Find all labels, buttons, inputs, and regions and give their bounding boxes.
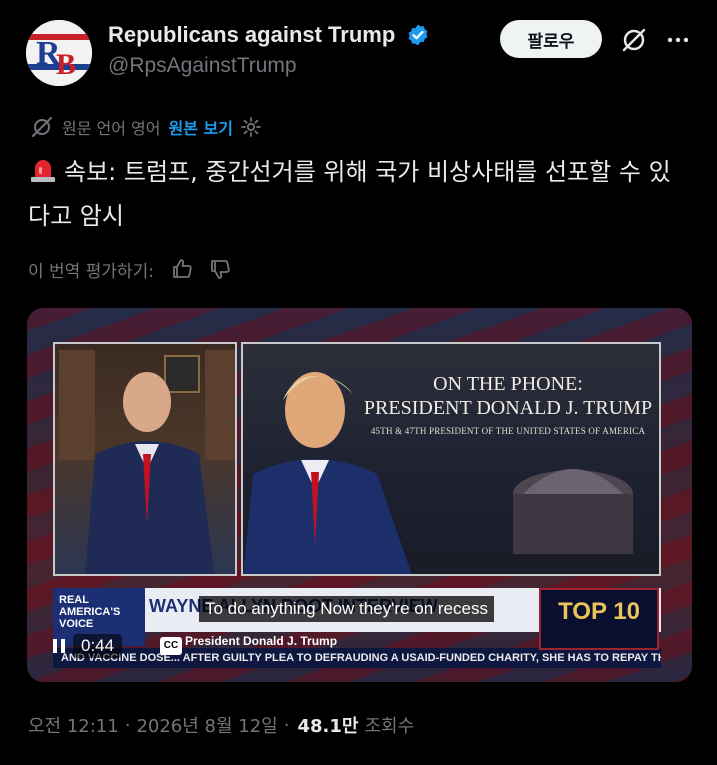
separator: · bbox=[283, 714, 290, 736]
display-name[interactable]: Republicans against Trump bbox=[108, 22, 395, 48]
phone-title: ON THE PHONE: PRESIDENT DONALD J. TRUMP bbox=[363, 372, 653, 420]
view-count-label: 조회수 bbox=[364, 716, 415, 737]
tweet-meta: 오전 12:11 · 2026년 8월 12일 · 48.1만 조회수 bbox=[28, 712, 414, 738]
news-ticker: AND VACCINE DOSE... AFTER GUILTY PLEA TO… bbox=[53, 648, 661, 668]
avatar-logo-icon: R B bbox=[26, 20, 92, 86]
thumbs-down-icon[interactable] bbox=[208, 257, 232, 281]
name-block: Republicans against Trump @RpsAgainstTru… bbox=[108, 22, 430, 78]
tweet-header: R B Republicans against Trump @RpsAgains… bbox=[26, 18, 696, 88]
separator: · bbox=[124, 714, 131, 736]
caption-text: To do anything Now they're on recess bbox=[199, 596, 494, 622]
siren-icon bbox=[31, 160, 55, 182]
network-logo-line-1: REAL bbox=[59, 594, 89, 606]
show-original-link[interactable]: 원본 보기 bbox=[169, 115, 233, 139]
avatar[interactable]: R B bbox=[26, 20, 92, 86]
pause-icon[interactable] bbox=[49, 636, 69, 656]
phone-title-line-1: ON THE PHONE: bbox=[433, 373, 583, 395]
tweet-body: 속보: 트럼프, 중간선거를 위해 국가 비상사태를 선포할 수 있다고 암시 bbox=[28, 158, 671, 230]
post-date[interactable]: 2026년 8월 12일 bbox=[136, 712, 277, 738]
phone-title-line-2: PRESIDENT DONALD J. TRUMP bbox=[363, 397, 653, 419]
post-time[interactable]: 오전 12:11 bbox=[28, 712, 119, 738]
top10-badge-text: TOP 10 bbox=[558, 598, 640, 625]
view-count: 48.1만 bbox=[297, 716, 359, 737]
translate-icon bbox=[32, 117, 52, 137]
top10-badge: TOP 10 bbox=[539, 588, 659, 650]
follow-button[interactable]: 팔로우 bbox=[500, 20, 602, 58]
svg-text:B: B bbox=[56, 48, 76, 81]
rate-translation-row: 이 번역 평가하기: bbox=[28, 254, 232, 284]
original-language-label: 원문 언어 영어 bbox=[62, 119, 161, 138]
grok-icon[interactable] bbox=[620, 26, 648, 54]
lower-third-subtitle: President Donald J. Trump bbox=[185, 634, 338, 648]
network-logo-line-2: AMERICA'S bbox=[59, 606, 121, 618]
host-figure bbox=[59, 350, 235, 574]
verified-badge-icon bbox=[408, 24, 428, 46]
tweet-text: 속보: 트럼프, 중간선거를 위해 국가 비상사태를 선포할 수 있다고 암시 bbox=[28, 150, 688, 238]
thumbs-up-icon[interactable] bbox=[170, 257, 194, 281]
phone-subtitle: 45TH & 47TH PRESIDENT OF THE UNITED STAT… bbox=[370, 426, 646, 436]
video-player[interactable]: ON THE PHONE: PRESIDENT DONALD J. TRUMP … bbox=[27, 308, 692, 682]
gear-icon[interactable] bbox=[239, 115, 263, 139]
rate-translation-label: 이 번역 평가하기: bbox=[28, 261, 155, 282]
video-controls: 0:44 bbox=[49, 632, 123, 660]
elapsed-time: 0:44 bbox=[73, 634, 123, 658]
handle[interactable]: @RpsAgainstTrump bbox=[108, 54, 430, 78]
translation-row: 원문 언어 영어 원본 보기 bbox=[30, 114, 263, 140]
video-right-panel: ON THE PHONE: PRESIDENT DONALD J. TRUMP … bbox=[241, 342, 661, 576]
video-left-panel bbox=[53, 342, 237, 576]
closed-captions-icon[interactable]: CC bbox=[160, 637, 182, 655]
network-logo-line-3: VOICE bbox=[59, 618, 94, 630]
more-options-icon[interactable] bbox=[664, 26, 692, 54]
